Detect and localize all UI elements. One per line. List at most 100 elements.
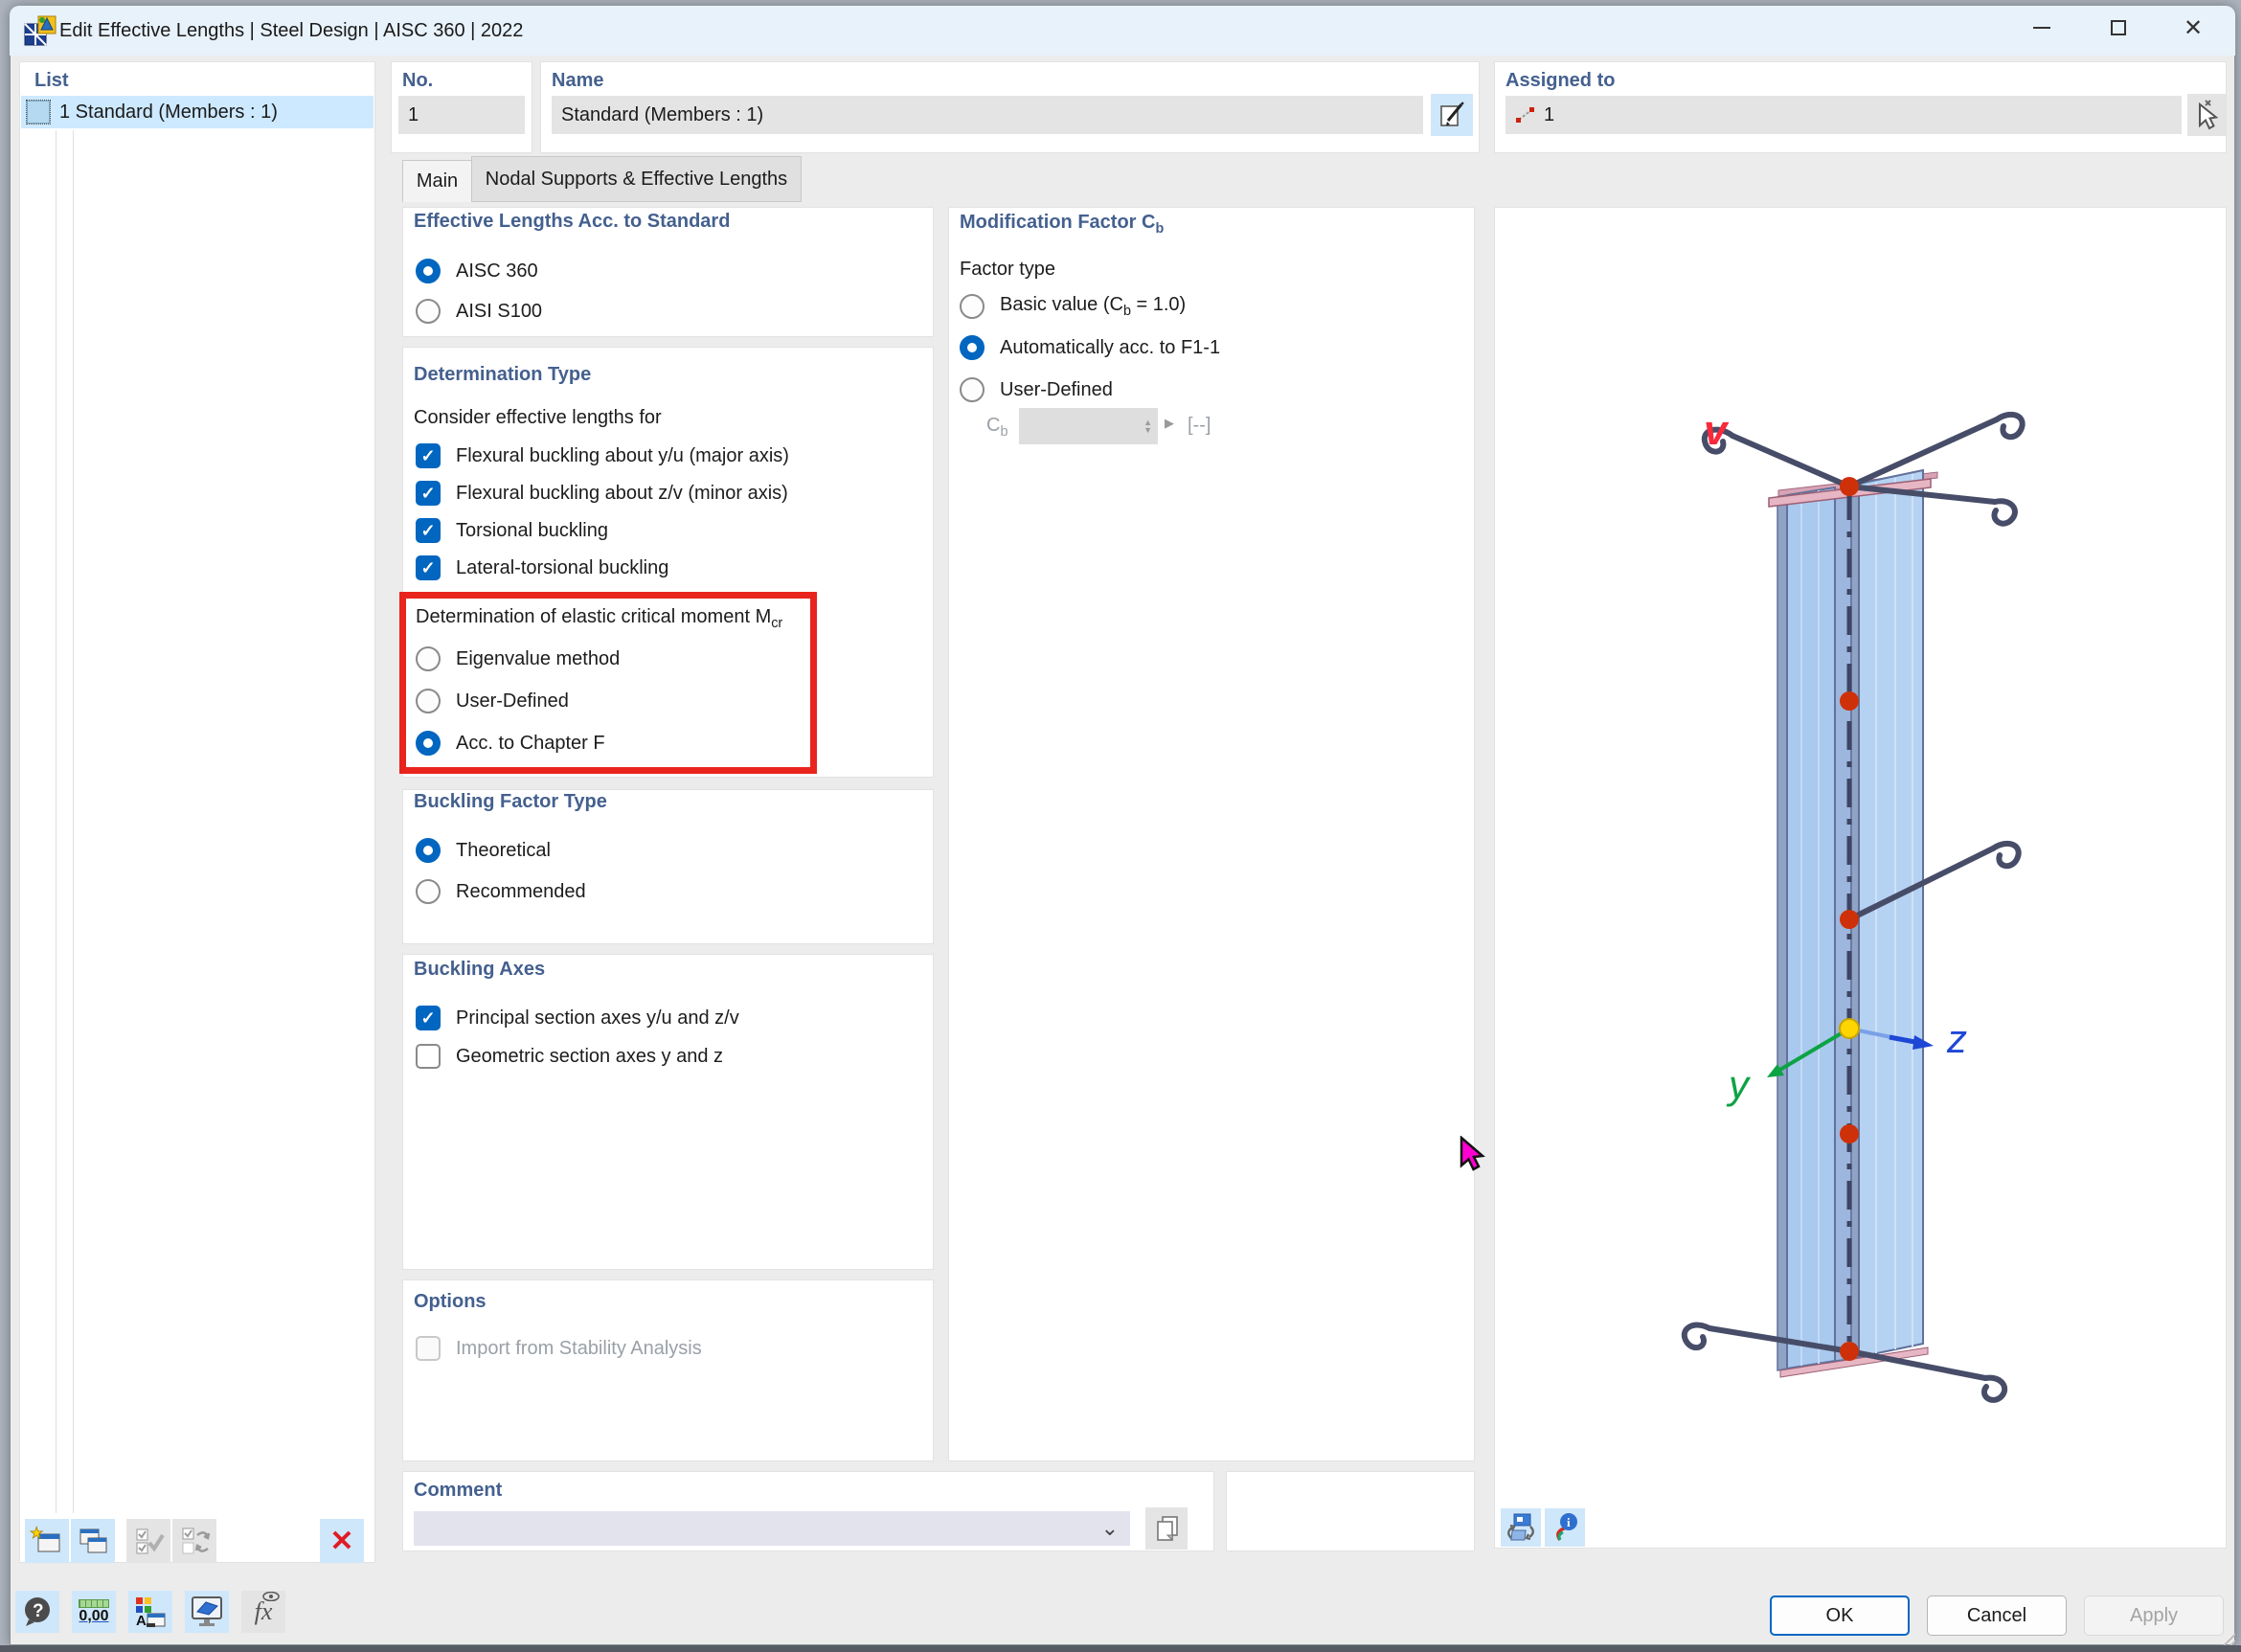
copy-pages-icon (1157, 1516, 1178, 1542)
help-button[interactable]: ? (15, 1591, 59, 1633)
checkbox-flexural-yu[interactable]: ✓ Flexural buckling about y/u (major axi… (416, 443, 789, 468)
ok-button[interactable]: OK (1770, 1595, 1910, 1636)
axis-z-label: z (1947, 1016, 1967, 1061)
new-window-icon: ★ (30, 1526, 60, 1552)
radio-label: Basic value (Cb = 1.0) (1000, 294, 1187, 319)
checkbox-icon: ✓ (416, 443, 441, 468)
checkbox-label: Geometric section axes y and z (456, 1045, 724, 1067)
radio-label: Acc. to Chapter F (456, 732, 605, 754)
checkbox-icon: ✓ (416, 555, 441, 580)
radio-icon (416, 259, 441, 283)
no-field: 1 (398, 96, 525, 134)
options-title: Options (414, 1291, 487, 1312)
radio-cb-user-defined[interactable]: User-Defined (960, 377, 1113, 402)
formula-button[interactable]: fx (241, 1591, 285, 1633)
help-icon: ? (25, 1597, 50, 1626)
checkbox-import-stability: Import from Stability Analysis (416, 1336, 702, 1361)
member-info-icon: i (1556, 1513, 1577, 1542)
tab-main[interactable]: Main (402, 160, 472, 202)
apply-button: Apply (2084, 1595, 2224, 1636)
rename-button[interactable] (1431, 94, 1473, 136)
radio-aisi-s100[interactable]: AISI S100 (416, 299, 542, 324)
member-viewport[interactable]: v y z i (1494, 207, 2227, 1549)
minimize-button[interactable] (2011, 10, 2072, 46)
checkbox-icon (416, 1336, 441, 1361)
new-item-button[interactable]: ★ (25, 1519, 69, 1563)
checkbox-icon (416, 1044, 441, 1069)
close-icon: ✕ (2183, 14, 2204, 41)
checkbox-flexural-zv[interactable]: ✓ Flexural buckling about z/v (minor axi… (416, 481, 788, 506)
checkbox-torsional[interactable]: ✓ Torsional buckling (416, 518, 608, 543)
maximize-icon (2111, 20, 2126, 35)
radio-label: User-Defined (456, 690, 569, 712)
radio-eigenvalue-method[interactable]: Eigenvalue method (416, 646, 620, 671)
radio-label: Theoretical (456, 839, 551, 861)
radio-icon (416, 838, 441, 863)
maximize-button[interactable] (2088, 10, 2149, 46)
tab-main-label: Main (416, 170, 459, 192)
rendering-button[interactable] (185, 1591, 229, 1633)
radio-basic-value[interactable]: Basic value (Cb = 1.0) (960, 294, 1186, 319)
copy-item-button[interactable] (71, 1519, 115, 1563)
app-icon (24, 15, 57, 46)
radio-mcr-user-defined[interactable]: User-Defined (416, 689, 569, 713)
radio-icon (960, 294, 985, 319)
tab-nodal-supports[interactable]: Nodal Supports & Effective Lengths (471, 156, 802, 202)
buckling-axes-section (402, 954, 934, 1270)
radio-acc-to-chapter-f[interactable]: Acc. to Chapter F (416, 731, 605, 756)
svg-text:?: ? (33, 1601, 44, 1621)
minimize-icon (2033, 27, 2050, 29)
checkbox-geometric-axes[interactable]: Geometric section axes y and z (416, 1044, 723, 1069)
list-header: List (34, 70, 69, 91)
window-bottom-edge (0, 1645, 2241, 1652)
resize-grip[interactable] (2222, 1633, 2235, 1646)
comment-combobox[interactable]: ⌄ (414, 1511, 1130, 1546)
sync-view-button[interactable] (1501, 1508, 1541, 1547)
units-settings-button[interactable]: 0,00 (72, 1591, 116, 1633)
checkbox-lateral-torsional[interactable]: ✓ Lateral-torsional buckling (416, 555, 668, 580)
assigned-field[interactable]: 1 (1505, 96, 2182, 134)
checkbox-principal-axes[interactable]: ✓ Principal section axes y/u and z/v (416, 1006, 739, 1030)
delete-item-button[interactable]: ✕ (320, 1519, 364, 1563)
close-button[interactable]: ✕ (2162, 10, 2224, 46)
list-item-icon (26, 100, 51, 124)
comment-templates-button[interactable] (1145, 1507, 1188, 1550)
no-label: No. (402, 70, 434, 91)
radio-recommended[interactable]: Recommended (416, 879, 586, 904)
eye-icon (262, 1592, 281, 1601)
cancel-button[interactable]: Cancel (1927, 1595, 2067, 1636)
assigned-label: Assigned to (1505, 70, 1616, 91)
radio-icon (416, 879, 441, 904)
radio-theoretical[interactable]: Theoretical (416, 838, 551, 863)
pick-arrow-icon (2199, 100, 2219, 130)
checkbox-icon: ✓ (416, 1006, 441, 1030)
radio-icon (416, 299, 441, 324)
list-item-label: 1 Standard (Members : 1) (59, 101, 278, 123)
axis-v-label: v (1704, 407, 1728, 454)
title-bar[interactable]: Edit Effective Lengths | Steel Design | … (10, 6, 2235, 56)
axis-y-label: y (1729, 1062, 1749, 1107)
radio-automatically-f1-1[interactable]: Automatically acc. to F1-1 (960, 335, 1220, 360)
name-field[interactable]: Standard (Members : 1) (552, 96, 1423, 134)
rotate-view-icon (1507, 1513, 1534, 1541)
member-info-button[interactable]: i (1545, 1508, 1585, 1547)
fx-icon: fx (254, 1597, 273, 1625)
determination-section-title: Determination Type (414, 364, 592, 385)
pick-members-button[interactable] (2187, 94, 2226, 136)
radio-aisc-360[interactable]: AISC 360 (416, 259, 538, 283)
mcr-label: Determination of elastic critical moment… (416, 606, 783, 631)
radio-icon (960, 377, 985, 402)
checkbox-icon: ✓ (416, 518, 441, 543)
ruler-icon (79, 1598, 109, 1608)
svg-text:A: A (136, 1613, 147, 1629)
units-value: 0,00 (79, 1607, 109, 1624)
svg-text:★: ★ (30, 1526, 43, 1542)
cb-value-input: ▲ ▼ (1019, 408, 1158, 444)
checkbox-icon: ✓ (416, 481, 441, 506)
member-icon (1516, 107, 1534, 123)
radio-icon (960, 335, 985, 360)
display-settings-button[interactable]: A (128, 1591, 172, 1633)
radio-label: Recommended (456, 880, 586, 902)
radio-label: AISC 360 (456, 260, 538, 282)
list-item-selected[interactable]: 1 Standard (Members : 1) (21, 96, 374, 128)
